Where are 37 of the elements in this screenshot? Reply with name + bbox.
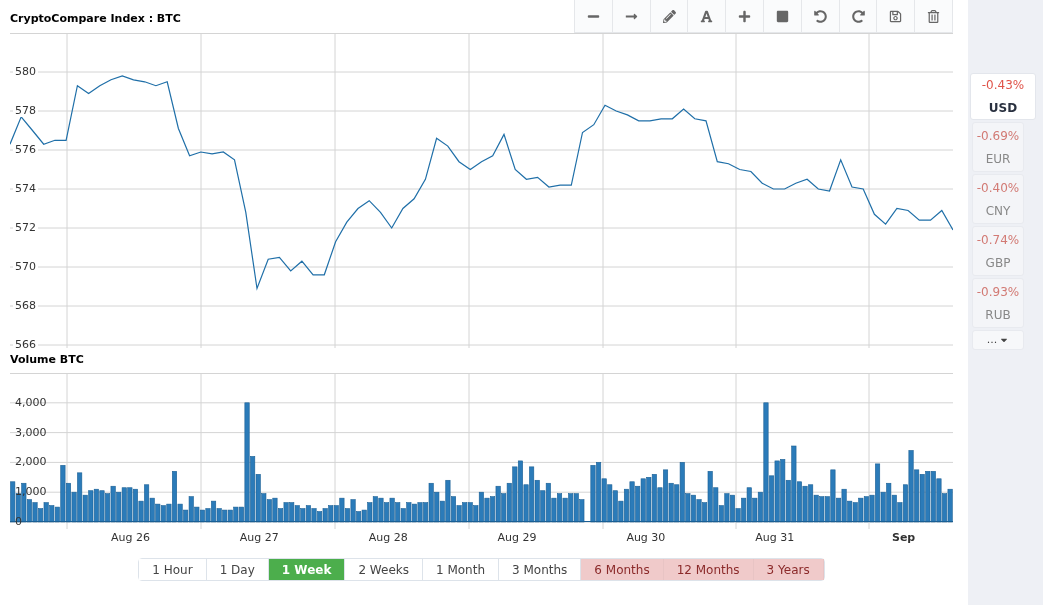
change-percent: -0.74%	[976, 231, 1020, 249]
date-label: Aug 29	[497, 530, 537, 547]
axis-label: 3,000	[15, 425, 47, 439]
currency-code: CNY	[985, 202, 1011, 220]
date-label: Sep	[891, 530, 916, 547]
axis-label: 570	[15, 260, 36, 273]
currency-code: RUB	[985, 306, 1011, 324]
currency-code: GBP	[985, 254, 1011, 272]
currency-code: EUR	[985, 150, 1011, 168]
range-tab[interactable]: 1 Hour	[139, 559, 207, 580]
more-button[interactable]: ...	[972, 330, 1024, 350]
currency-tab[interactable]: -0.93% RUB	[972, 278, 1024, 328]
currency-tab[interactable]: -0.43% USD	[970, 73, 1036, 120]
currency-tab[interactable]: -0.74% GBP	[972, 226, 1024, 276]
date-label: Aug 26	[110, 530, 150, 547]
date-label: Aug 31	[755, 530, 795, 547]
axis-label: 566	[15, 338, 36, 348]
axis-label: 4,000	[15, 395, 47, 409]
chart-title: CryptoCompare Index : BTC	[10, 11, 181, 28]
axis-label: 580	[15, 65, 36, 78]
axis-label: 572	[15, 221, 36, 234]
date-label: Aug 27	[239, 530, 279, 547]
change-percent: -0.40%	[976, 179, 1020, 197]
chart-title: Volume BTC	[10, 352, 84, 369]
change-percent: -0.43%	[981, 77, 1025, 94]
axis-label: 576	[15, 143, 36, 156]
currency-tab[interactable]: -0.69% EUR	[972, 122, 1024, 172]
date-label: Aug 28	[368, 530, 408, 547]
currency-code: USD	[988, 100, 1018, 117]
axis-label: 568	[15, 299, 36, 312]
date-label: Aug 30	[626, 530, 666, 547]
axis-label: 578	[15, 104, 36, 117]
change-percent: -0.69%	[976, 127, 1020, 145]
axis-label: 2,000	[15, 455, 47, 469]
axis-label: 574	[15, 182, 36, 195]
change-percent: -0.93%	[976, 283, 1020, 301]
currency-tab[interactable]: -0.40% CNY	[972, 174, 1024, 224]
